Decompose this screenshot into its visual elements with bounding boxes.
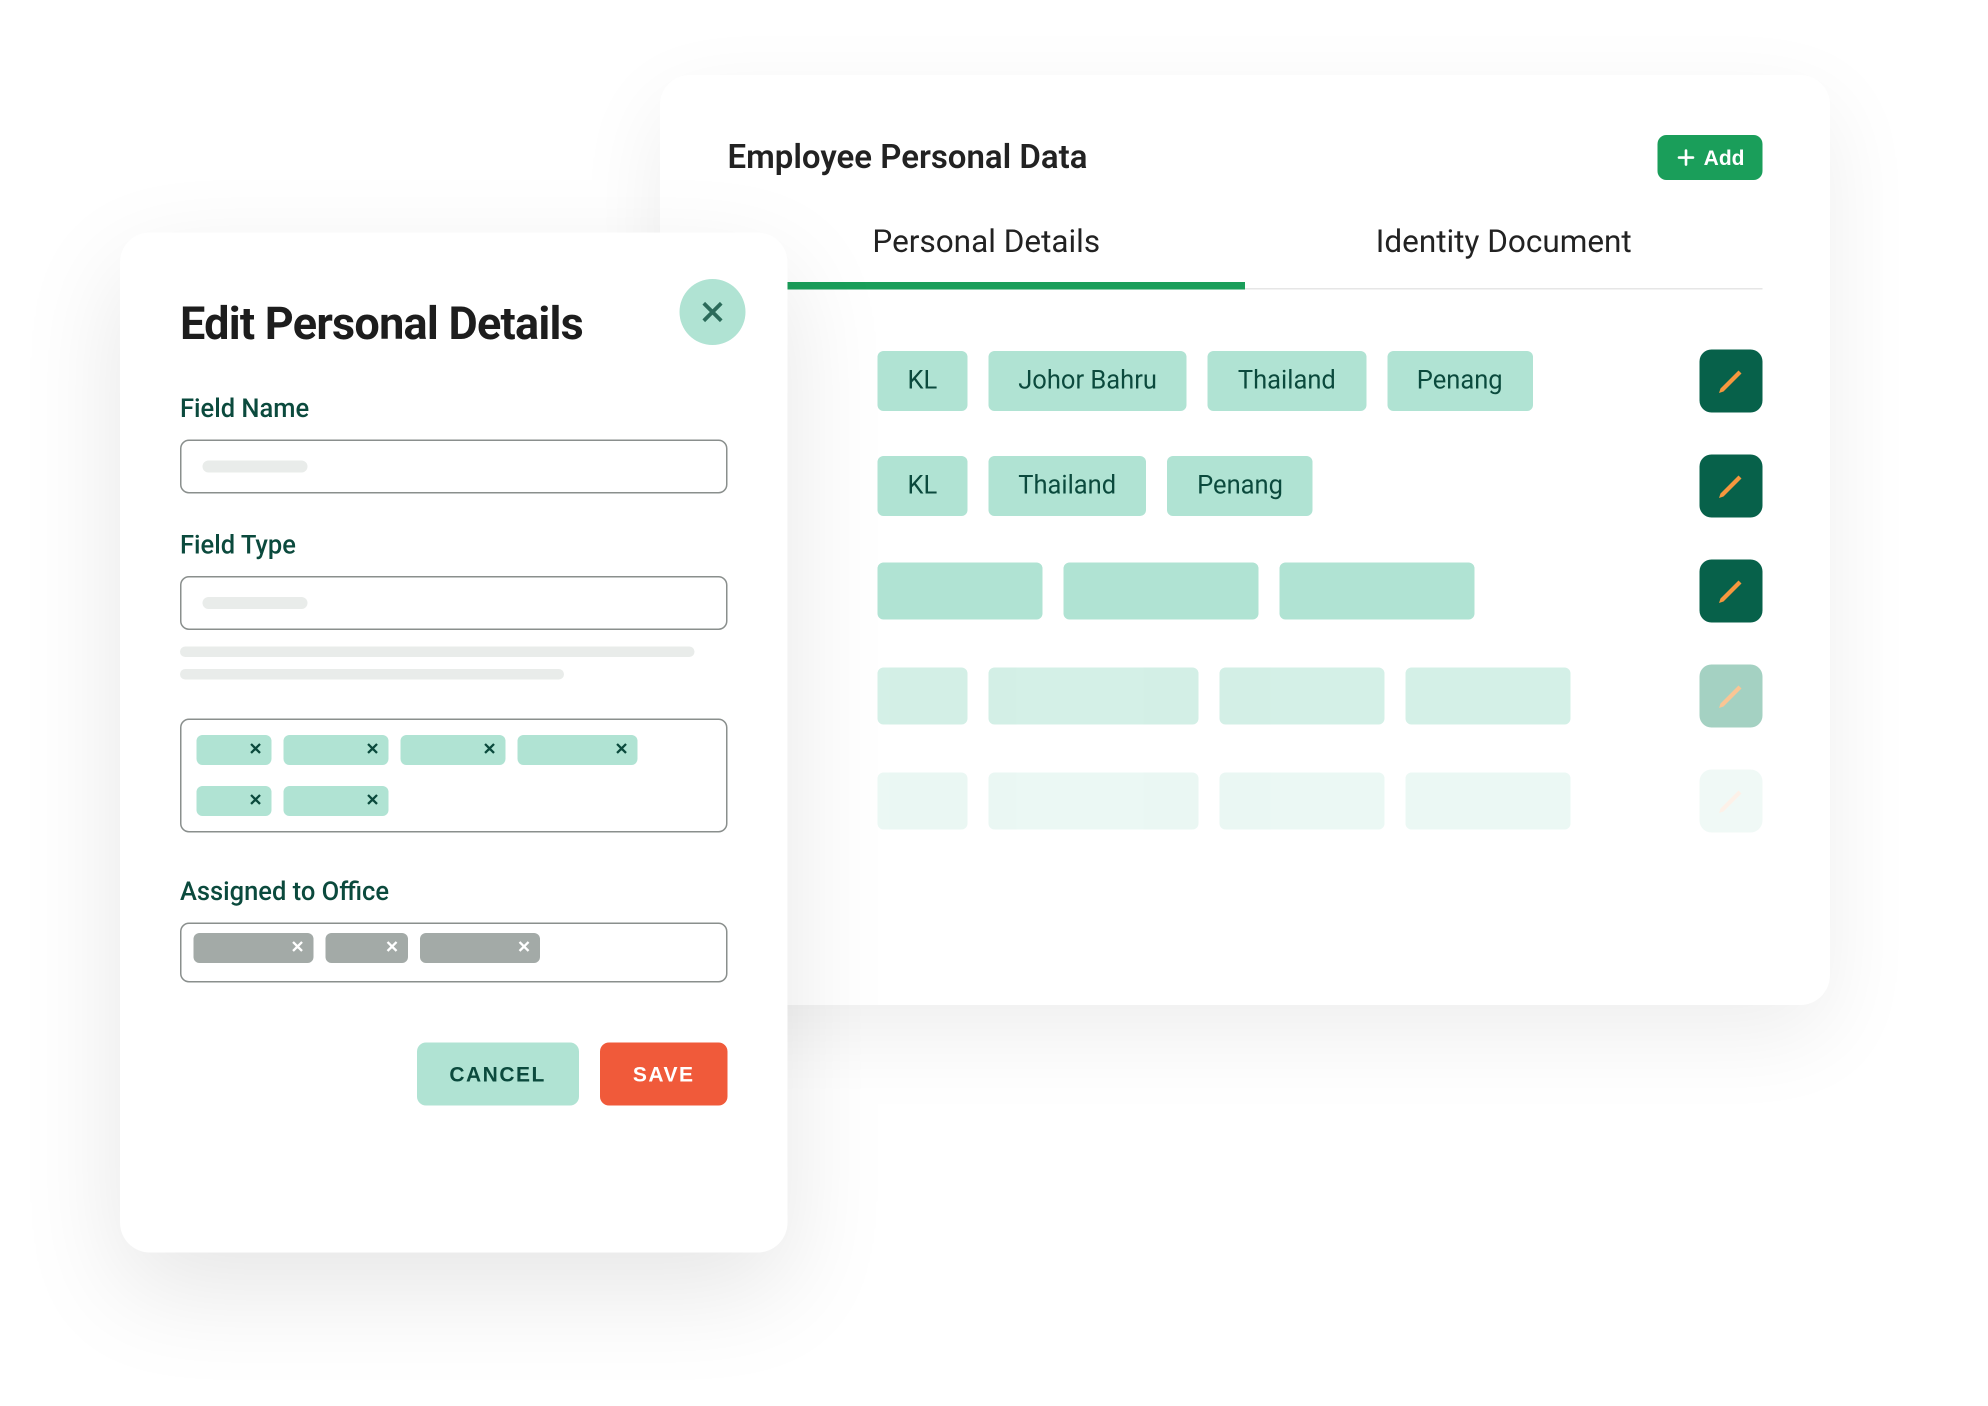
tag: Thailand [1208,351,1366,411]
tabs: Personal Details Identity Document [728,225,1763,290]
pencil-icon [1713,783,1749,819]
placeholder-tag [1064,563,1259,620]
tag: Johor Bahru [988,351,1187,411]
office-chip[interactable]: ✕ [194,932,314,962]
field-name-label: Field Name [180,394,728,424]
modal-header: Edit Personal Details [180,300,728,352]
main-title: Employee Personal Data [728,139,1088,177]
option-chip[interactable]: ✕ [284,785,389,815]
close-button[interactable] [680,279,746,345]
field-name-input[interactable] [180,439,728,493]
placeholder-tag [989,668,1199,725]
edit-personal-details-modal: Edit Personal Details Field Name Field T… [120,233,788,1253]
placeholder-tag [878,563,1043,620]
close-icon [698,297,728,327]
data-row: KL Johor Bahru Thailand Penang [878,350,1763,413]
tag: KL [878,351,968,411]
pencil-icon [1713,468,1749,504]
cancel-button[interactable]: CANCEL [416,1042,579,1105]
edit-row-button[interactable] [1700,455,1763,518]
employee-data-card: Employee Personal Data Add Personal Deta… [660,75,1830,1005]
tag: KL [878,456,968,516]
options-chip-box[interactable]: ✕ ✕ ✕ ✕ ✕ ✕ [180,718,728,832]
edit-row-button[interactable] [1700,560,1763,623]
save-button[interactable]: SAVE [600,1042,728,1105]
tab-personal-details[interactable]: Personal Details [728,225,1246,288]
placeholder-row [878,770,1763,833]
add-button-label: Add [1704,146,1745,170]
remove-icon[interactable]: ✕ [366,740,380,760]
tag-group [878,668,1679,725]
remove-icon[interactable]: ✕ [385,938,399,958]
placeholder-row [878,665,1763,728]
remove-icon[interactable]: ✕ [517,938,531,958]
assigned-to-office-input[interactable]: ✕ ✕ ✕ [180,922,728,982]
edit-row-button[interactable] [1700,350,1763,413]
remove-icon[interactable]: ✕ [249,740,263,760]
field-type-input[interactable] [180,575,728,629]
tag-group [878,563,1679,620]
option-chip[interactable]: ✕ [197,734,272,764]
tab-identity-document[interactable]: Identity Document [1245,225,1763,288]
plus-icon [1675,147,1696,168]
placeholder-tag [1220,773,1385,830]
rows-region: KL Johor Bahru Thailand Penang KL Thaila… [728,350,1763,833]
remove-icon[interactable]: ✕ [249,791,263,811]
data-row: KL Thailand Penang [878,455,1763,518]
option-chip[interactable]: ✕ [197,785,272,815]
option-chip[interactable]: ✕ [284,734,389,764]
modal-actions: CANCEL SAVE [180,1042,728,1105]
placeholder-tag [878,668,968,725]
tag: Penang [1167,456,1313,516]
tag: Penang [1387,351,1533,411]
remove-icon[interactable]: ✕ [483,740,497,760]
placeholder-tag [1280,563,1475,620]
option-chip[interactable]: ✕ [401,734,506,764]
tag-group: KL Thailand Penang [878,456,1679,516]
edit-row-button[interactable] [1700,770,1763,833]
option-chip[interactable]: ✕ [518,734,638,764]
edit-row-button[interactable] [1700,665,1763,728]
placeholder-tag [989,773,1199,830]
field-type-label: Field Type [180,530,728,560]
remove-icon[interactable]: ✕ [291,938,305,958]
helper-text-skeleton [180,646,728,679]
tag-group: KL Johor Bahru Thailand Penang [878,351,1679,411]
add-button[interactable]: Add [1657,135,1762,180]
tag-group [878,773,1679,830]
assigned-to-office-label: Assigned to Office [180,877,728,907]
placeholder-tag [1406,668,1571,725]
tag: Thailand [988,456,1146,516]
placeholder-tag [878,773,968,830]
placeholder-row [878,560,1763,623]
pencil-icon [1713,363,1749,399]
main-header: Employee Personal Data Add [728,135,1763,180]
remove-icon[interactable]: ✕ [615,740,629,760]
modal-title: Edit Personal Details [180,300,583,352]
placeholder-tag [1406,773,1571,830]
pencil-icon [1713,573,1749,609]
office-chip[interactable]: ✕ [326,932,409,962]
placeholder-tag [1220,668,1385,725]
office-chip[interactable]: ✕ [420,932,540,962]
remove-icon[interactable]: ✕ [366,791,380,811]
pencil-icon [1713,678,1749,714]
